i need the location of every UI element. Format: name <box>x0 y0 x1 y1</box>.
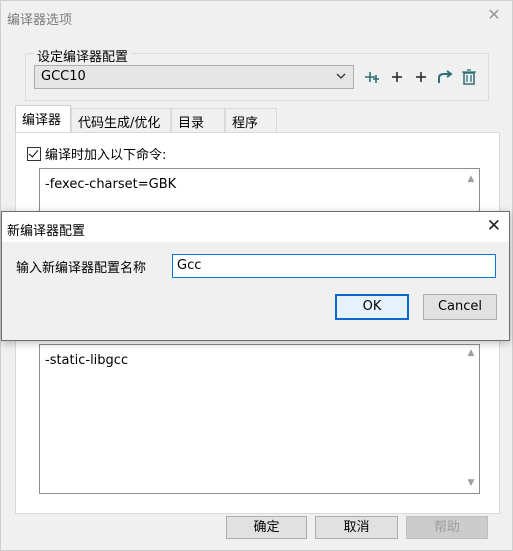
add-config-2-icon[interactable] <box>411 67 431 87</box>
window-title: 编译器选项 <box>7 13 73 28</box>
compile-options-text: -fexec-charset=GBK <box>45 177 177 192</box>
config-group-label: 设定编译器配置 <box>34 46 132 65</box>
tab-directories[interactable]: 目录 <box>171 108 225 132</box>
dialog-titlebar: 新编译器配置 ✕ <box>2 212 509 242</box>
scroll-up-icon[interactable]: ▲ <box>467 349 475 358</box>
dialog-title: 新编译器配置 <box>7 224 86 239</box>
scroll-down-icon[interactable]: ▼ <box>467 479 475 488</box>
ok-button[interactable]: 确定 <box>226 516 307 539</box>
config-name-input[interactable]: Gcc <box>172 254 496 278</box>
dialog-cancel-button[interactable]: Cancel <box>423 294 497 320</box>
new-config-dialog: 新编译器配置 ✕ 输入新编译器配置名称 Gcc OK Cancel <box>1 211 510 341</box>
scroll-up-icon[interactable]: ▲ <box>467 175 475 184</box>
delete-config-icon[interactable] <box>459 67 479 87</box>
linker-options-textarea[interactable]: -static-libgcc ▲ ▼ <box>39 344 480 494</box>
add-config-icon[interactable] <box>387 67 407 87</box>
share-config-icon[interactable] <box>435 67 455 87</box>
cancel-button[interactable]: 取消 <box>315 516 398 539</box>
compile-options-scrollbar[interactable]: ▲ <box>463 169 479 217</box>
tab-programs[interactable]: 程序 <box>225 108 277 132</box>
close-icon[interactable]: ✕ <box>486 7 502 23</box>
linker-options-text: -static-libgcc <box>45 353 129 368</box>
checkbox-checked-icon[interactable] <box>27 147 41 161</box>
add-commands-checkbox[interactable]: 编译时加入以下命令: <box>27 144 166 163</box>
rename-config-icon[interactable] <box>363 67 383 87</box>
compiler-config-value: GCC10 <box>41 69 86 84</box>
help-button[interactable]: 帮助 <box>406 516 488 539</box>
close-icon[interactable]: ✕ <box>487 218 501 235</box>
tab-codegen[interactable]: 代码生成/优化 <box>71 108 171 132</box>
dialog-prompt: 输入新编译器配置名称 <box>16 261 147 276</box>
checkbox-label: 编译时加入以下命令: <box>45 148 167 163</box>
dialog-ok-button[interactable]: OK <box>335 294 409 320</box>
linker-options-scrollbar[interactable]: ▲ ▼ <box>463 345 479 493</box>
chevron-down-icon <box>336 73 346 79</box>
compiler-config-select[interactable]: GCC10 <box>34 65 354 89</box>
tab-compiler[interactable]: 编译器 <box>15 105 71 133</box>
